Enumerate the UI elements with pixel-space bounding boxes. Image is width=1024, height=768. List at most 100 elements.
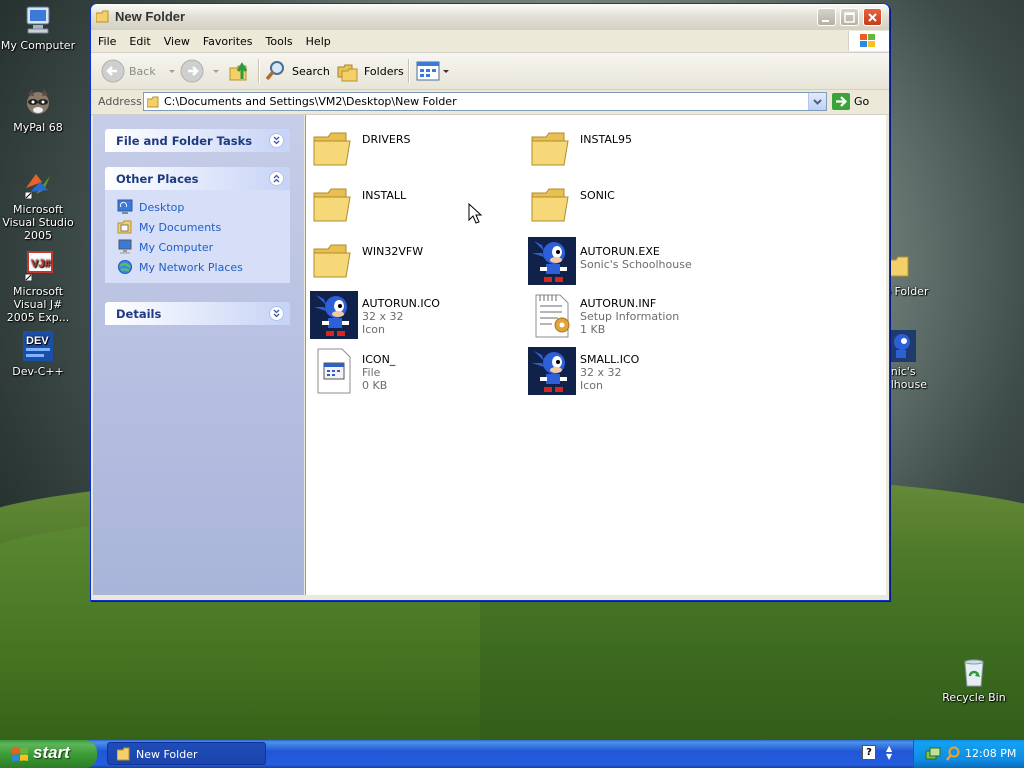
windows-logo	[848, 31, 889, 51]
place-label: My Documents	[139, 220, 222, 234]
file-type: Icon	[580, 379, 603, 392]
chevron-down-icon	[443, 70, 449, 73]
my-documents-icon	[117, 220, 132, 234]
folder-icon	[531, 188, 569, 222]
file-name: DRIVERS	[362, 133, 411, 146]
details-header[interactable]: Details	[105, 302, 290, 325]
taskbar-task-new-folder[interactable]: New Folder	[107, 742, 266, 765]
sonic-icon	[528, 347, 576, 395]
file-type: Icon	[362, 323, 385, 336]
file-item-autorun-exe[interactable]: AUTORUN.EXE Sonic's Schoolhouse	[528, 237, 738, 289]
place-label: Desktop	[139, 200, 185, 214]
my-computer-icon	[118, 239, 132, 254]
menu-view[interactable]: View	[157, 30, 196, 48]
forward-button[interactable]	[180, 59, 222, 83]
file-item-win32vfw[interactable]: WIN32VFW	[310, 237, 520, 289]
file-item-sonic[interactable]: SONIC	[528, 181, 738, 233]
close-icon	[868, 13, 877, 22]
details-title: Details	[116, 307, 162, 321]
file-item-small-ico[interactable]: SMALL.ICO 32 x 32 Icon	[528, 347, 738, 399]
network-places-icon	[118, 260, 132, 274]
file-item-instal95[interactable]: INSTAL95	[528, 125, 738, 177]
desktop-icon-partial-sonic[interactable]: onic's olhouse	[884, 330, 934, 391]
desktop-icon-label: Microsoft Visual J# 2005 Exp...	[6, 285, 70, 324]
start-button[interactable]: start	[0, 740, 97, 768]
recycle-bin-icon	[964, 659, 984, 687]
maximize-icon	[844, 12, 855, 23]
menu-tools[interactable]: Tools	[259, 30, 299, 48]
help-icon[interactable]: ?	[862, 745, 876, 760]
file-name: SONIC	[580, 189, 615, 202]
desktop-icon-my-computer[interactable]: My Computer	[0, 4, 78, 52]
visual-studio-icon	[24, 174, 50, 200]
desktop-icon-mypal[interactable]: MyPal 68	[0, 86, 78, 134]
views-icon	[416, 61, 440, 81]
views-button[interactable]	[416, 59, 450, 83]
search-button[interactable]: Search	[264, 59, 330, 83]
expand-chevron-icon[interactable]	[269, 133, 284, 148]
search-label: Search	[292, 64, 330, 78]
window-title: New Folder	[115, 9, 186, 24]
menu-file[interactable]: File	[91, 30, 122, 48]
menu-favorites[interactable]: Favorites	[196, 30, 259, 48]
place-my-network-places-link[interactable]: My Network Places	[117, 257, 280, 277]
other-places-title: Other Places	[116, 172, 199, 186]
desktop-icon-partial-folder[interactable]: p Folder	[884, 250, 934, 298]
place-my-documents-link[interactable]: My Documents	[117, 217, 280, 237]
menu-edit[interactable]: Edit	[122, 30, 156, 48]
address-bar: Address C:\Documents and Settings\VM2\De…	[91, 90, 889, 115]
menu-bar: File Edit View Favorites Tools Help	[91, 30, 889, 53]
other-places-list: Desktop My Documents My Computer My Netw…	[105, 190, 290, 283]
place-label: My Computer	[139, 240, 214, 254]
file-name: AUTORUN.INF	[580, 297, 657, 310]
network-icon[interactable]	[925, 746, 941, 762]
file-item-drivers[interactable]: DRIVERS	[310, 125, 520, 177]
menu-help[interactable]: Help	[299, 30, 337, 48]
raccoon-icon	[27, 89, 49, 114]
maximize-button[interactable]	[840, 8, 859, 26]
desktop-icon-visual-jsharp[interactable]: VJ# Microsoft Visual J# 2005 Exp...	[0, 250, 78, 324]
search-icon[interactable]	[945, 746, 961, 762]
address-field[interactable]: C:\Documents and Settings\VM2\Desktop\Ne…	[143, 92, 827, 111]
file-item-autorun-ico[interactable]: AUTORUN.ICO 32 x 32 Icon	[310, 291, 520, 343]
folders-button[interactable]: Folders	[336, 59, 404, 83]
file-item-install[interactable]: INSTALL	[310, 181, 520, 233]
minimize-button[interactable]	[817, 8, 836, 26]
other-places-header[interactable]: Other Places	[105, 167, 290, 190]
go-button[interactable]: Go	[832, 93, 869, 110]
up-folder-button[interactable]	[228, 59, 252, 83]
file-folder-tasks-header[interactable]: File and Folder Tasks	[105, 129, 290, 152]
desktop-icon-label: Recycle Bin	[942, 691, 1006, 704]
scroll-arrows-icon[interactable]: ▲ ▼	[886, 745, 892, 761]
go-arrow-icon	[832, 93, 850, 110]
back-button[interactable]: Back	[101, 59, 178, 83]
expand-chevron-icon[interactable]	[269, 306, 284, 321]
file-type: Sonic's Schoolhouse	[580, 258, 692, 271]
toolbar: Back Search Folders	[91, 53, 889, 90]
file-type: File	[362, 366, 381, 379]
clock: 12:08 PM	[965, 747, 1017, 760]
desktop-icon-visual-studio[interactable]: Microsoft Visual Studio 2005	[0, 168, 78, 242]
address-dropdown-button[interactable]	[808, 93, 826, 110]
file-dimensions: 32 x 32	[362, 310, 404, 323]
desktop-icon-recycle-bin[interactable]: Recycle Bin	[934, 656, 1014, 704]
file-name: INSTAL95	[580, 133, 632, 146]
place-my-computer-link[interactable]: My Computer	[117, 237, 280, 257]
title-bar[interactable]: New Folder	[91, 4, 889, 30]
collapse-chevron-icon[interactable]	[269, 171, 284, 186]
place-desktop-link[interactable]: Desktop	[117, 197, 280, 217]
file-size: 1 KB	[580, 323, 606, 336]
file-item-icon[interactable]: ICON_ File 0 KB	[310, 347, 520, 399]
back-arrow-icon	[101, 59, 125, 83]
system-tray: 12:08 PM	[913, 740, 1024, 768]
windows-flag-icon	[860, 34, 875, 47]
file-name: AUTORUN.EXE	[580, 245, 660, 258]
chevron-down-icon	[213, 70, 219, 73]
file-name: AUTORUN.ICO	[362, 297, 440, 310]
desktop-icon-label: p Folder	[884, 285, 929, 298]
toolbar-separator	[408, 59, 410, 83]
toolbar-separator	[258, 59, 260, 83]
file-item-autorun-inf[interactable]: AUTORUN.INF Setup Information 1 KB	[528, 291, 738, 343]
close-button[interactable]	[863, 8, 882, 26]
desktop-icon-dev-cpp[interactable]: DEV Dev-C++	[0, 330, 78, 378]
